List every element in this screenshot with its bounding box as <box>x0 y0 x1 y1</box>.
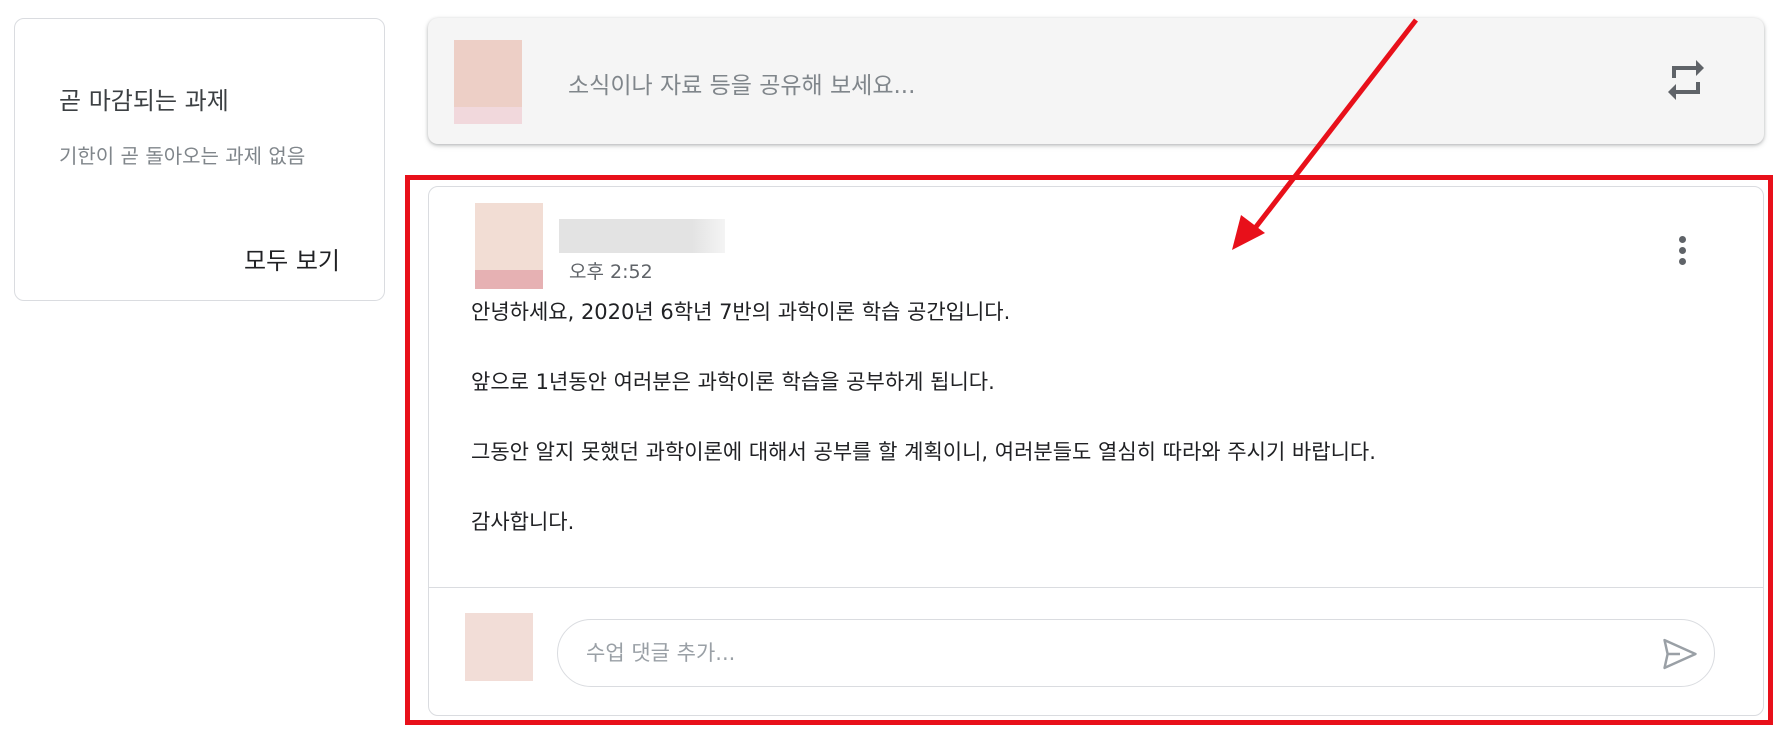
upcoming-card: 곧 마감되는 과제 기한이 곧 돌아오는 과제 없음 모두 보기 <box>14 18 385 301</box>
view-all-link[interactable]: 모두 보기 <box>244 241 340 276</box>
share-placeholder[interactable]: 소식이나 자료 등을 공유해 보세요... <box>568 66 915 100</box>
highlight-box <box>405 175 1773 725</box>
share-box[interactable]: 소식이나 자료 등을 공유해 보세요... <box>428 18 1764 144</box>
repost-icon[interactable] <box>1662 56 1710 104</box>
upcoming-title: 곧 마감되는 과제 <box>59 87 229 115</box>
user-avatar <box>454 40 522 124</box>
upcoming-empty-text: 기한이 곧 돌아오는 과제 없음 <box>59 144 306 168</box>
